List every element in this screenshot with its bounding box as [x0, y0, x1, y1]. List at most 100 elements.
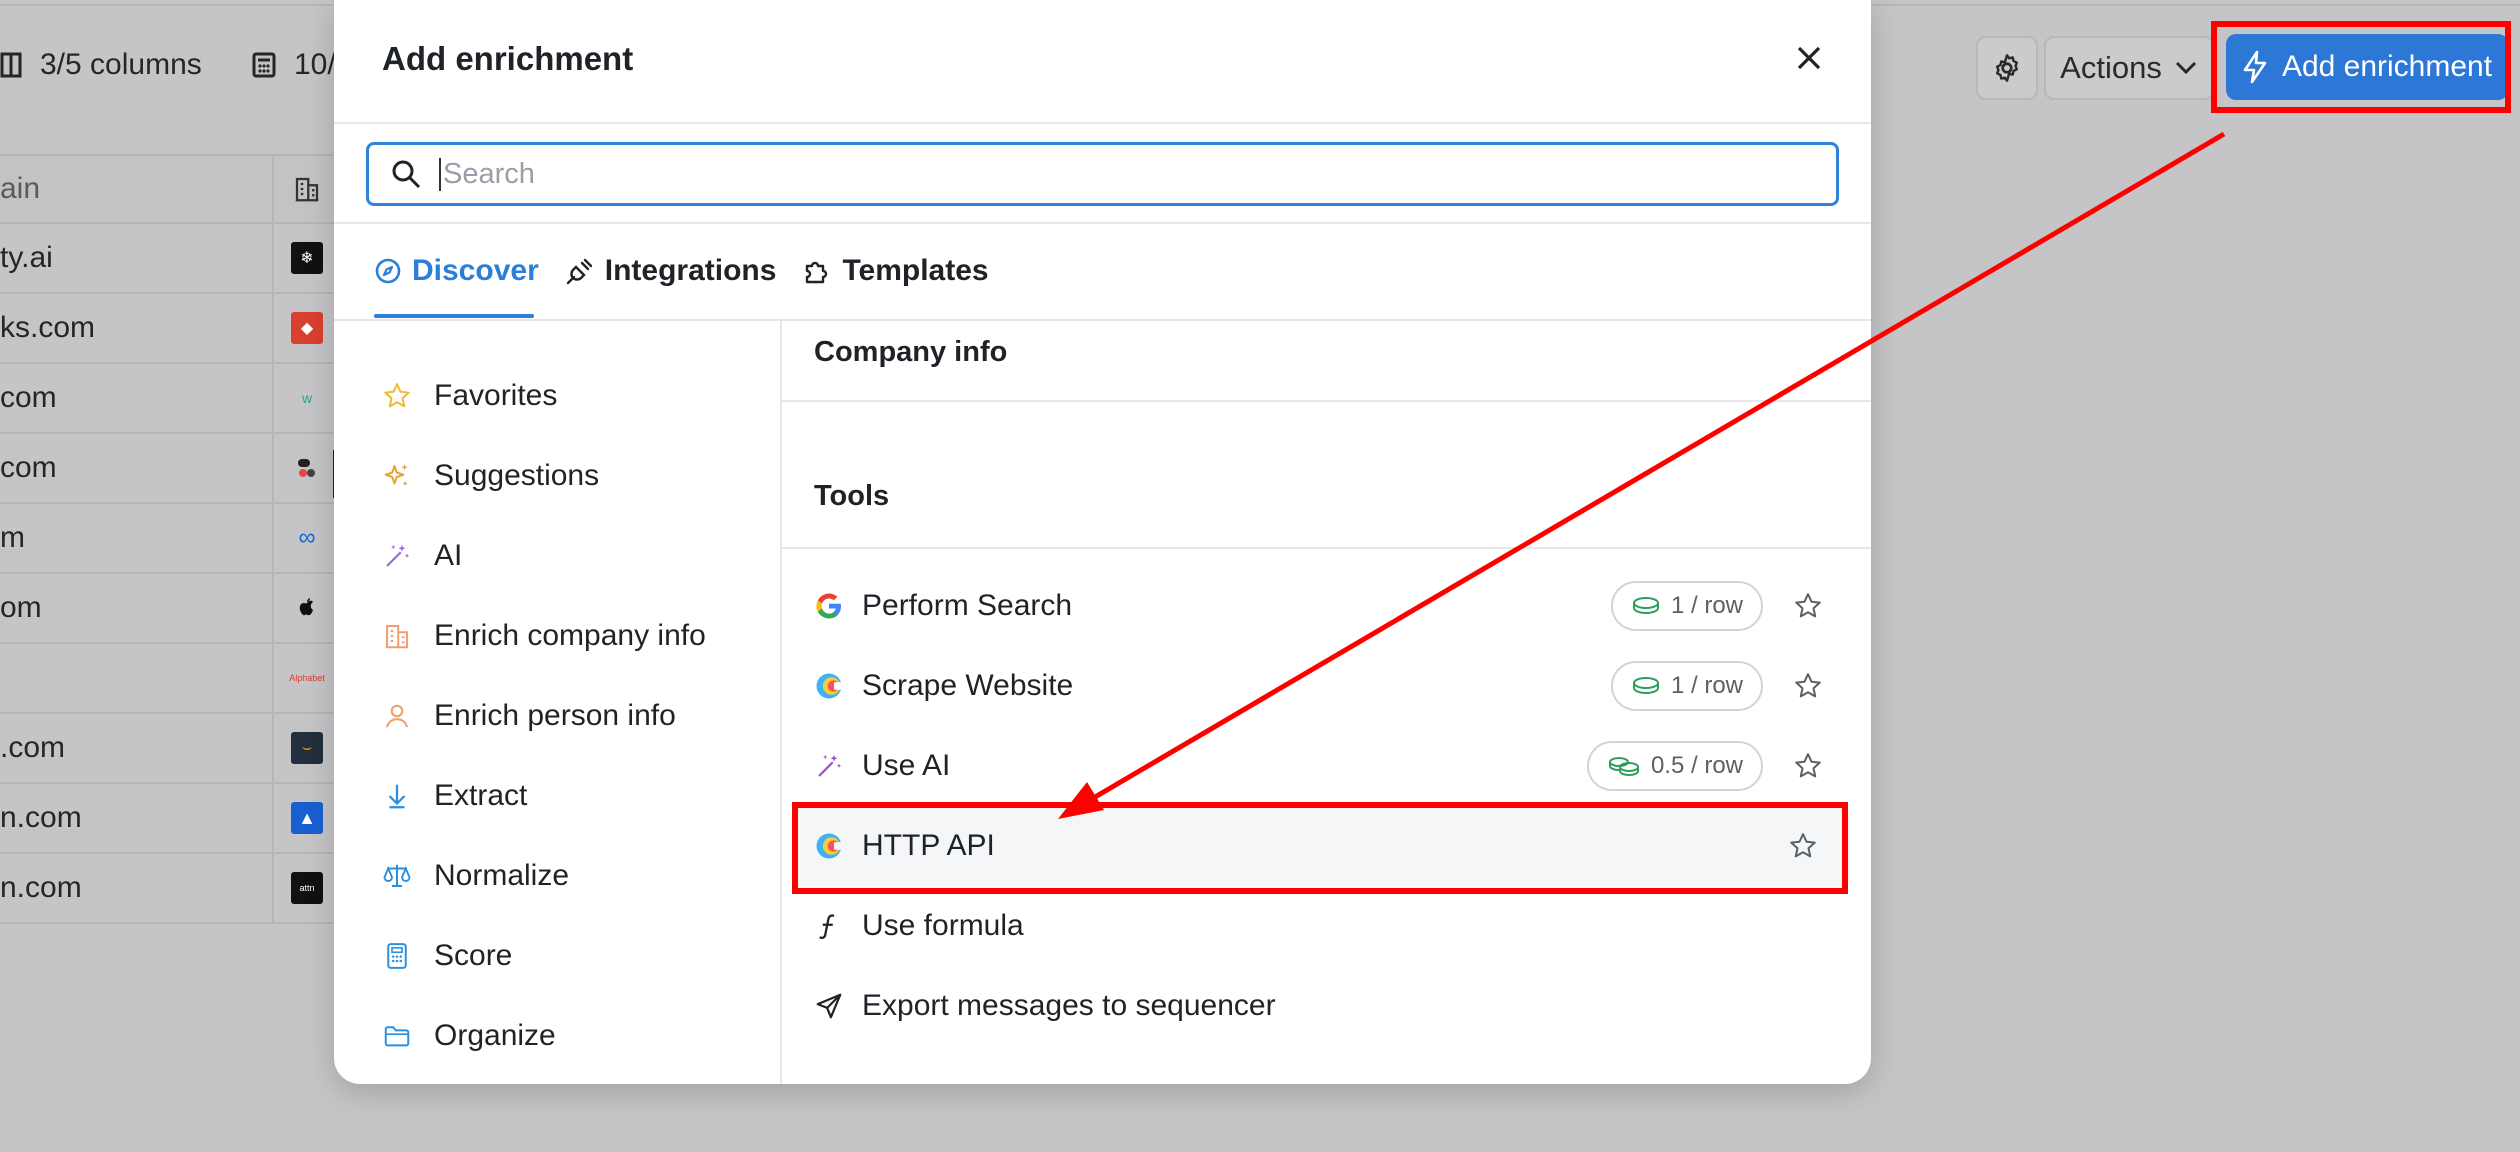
building-icon	[292, 174, 322, 204]
formula-icon	[812, 909, 846, 943]
clay-icon	[812, 669, 846, 703]
sidebar-item-organize[interactable]: Organize	[380, 1014, 556, 1058]
person-icon	[380, 699, 414, 733]
tab-label: Integrations	[604, 254, 777, 287]
table-row[interactable]: m ∞	[0, 504, 340, 574]
table-row[interactable]: ks.com ◆	[0, 294, 340, 364]
favorite-star-icon[interactable]	[1791, 749, 1825, 783]
company-logo: ⌣	[291, 732, 323, 764]
magic-wand-icon	[380, 539, 414, 573]
table-row[interactable]: Alphabet	[0, 644, 340, 714]
tab-templates[interactable]: Templates	[802, 250, 989, 292]
credit-badge: 1 / row	[1610, 661, 1763, 711]
company-logo: ◆	[291, 312, 323, 344]
logo-cell: ◆	[272, 294, 340, 362]
table-row[interactable]: ty.ai ❄	[0, 224, 340, 294]
tab-bar: Discover Integrations Templates	[374, 250, 989, 292]
sidebar-item-favorites[interactable]: Favorites	[380, 374, 557, 418]
tool-row-use-ai[interactable]: Use AI 0.5 / row	[782, 726, 1871, 806]
credit-badge: 1 / row	[1610, 581, 1763, 631]
plug-icon	[565, 256, 595, 286]
logo-cell: ∞	[272, 504, 340, 572]
sidebar-item-label: Normalize	[434, 859, 570, 892]
puzzle-icon	[802, 256, 832, 286]
logo-cell: attn	[272, 854, 340, 922]
rows-toggle[interactable]: 10/	[252, 48, 336, 82]
sidebar-item-label: Enrich company info	[434, 619, 706, 652]
building-icon	[380, 619, 414, 653]
coin-icon	[1631, 675, 1661, 697]
calculator-icon	[252, 52, 276, 78]
table-row[interactable]: n.com ▲	[0, 784, 340, 854]
sidebar-item-ai[interactable]: AI	[380, 534, 462, 578]
settings-button[interactable]	[1976, 36, 2038, 100]
domain-cell: ty.ai	[0, 241, 53, 274]
tool-row-export-messages[interactable]: Export messages to sequencer	[782, 966, 1871, 1046]
columns-toggle[interactable]: 3/5 columns	[0, 48, 202, 82]
tool-label: Scrape Website	[862, 669, 1074, 702]
tab-integrations[interactable]: Integrations	[565, 250, 777, 292]
company-logo	[291, 592, 323, 624]
credit-label: 1 / row	[1670, 592, 1743, 619]
logo-cell: ❄	[272, 224, 340, 292]
logo-cell: w	[272, 364, 340, 432]
tab-discover[interactable]: Discover	[374, 250, 539, 292]
table-row[interactable]: n.com attn	[0, 854, 340, 924]
tool-row-perform-search[interactable]: Perform Search 1 / row	[782, 566, 1871, 646]
tool-row-use-formula[interactable]: Use formula	[782, 886, 1871, 966]
google-icon	[812, 589, 846, 623]
star-icon	[380, 379, 414, 413]
magic-wand-icon	[812, 749, 846, 783]
category-sidebar: Favorites Suggestions AI Enrich company …	[334, 321, 782, 1084]
sidebar-item-enrich-person-info[interactable]: Enrich person info	[380, 694, 676, 738]
actions-button[interactable]: Actions	[2044, 36, 2214, 100]
modal-title: Add enrichment	[382, 40, 634, 77]
calculator-icon	[380, 939, 414, 973]
tool-label: Use formula	[862, 909, 1024, 942]
sidebar-item-label: Suggestions	[434, 459, 600, 492]
sidebar-item-score[interactable]: Score	[380, 934, 512, 978]
gear-icon	[1991, 52, 2023, 84]
company-logo: w	[301, 390, 313, 406]
table-row[interactable]: .com ⌣	[0, 714, 340, 784]
company-logo	[291, 452, 323, 484]
compass-icon	[374, 257, 402, 285]
divider	[782, 547, 1871, 549]
domain-cell: n.com	[0, 871, 82, 904]
sidebar-item-suggestions[interactable]: Suggestions	[380, 454, 599, 498]
tool-row-scrape-website[interactable]: Scrape Website 1 / row	[782, 646, 1871, 726]
close-button[interactable]	[1789, 38, 1829, 78]
data-table: ain ty.ai ❄ ks.com ◆ com w com m ∞ om Alphab…	[0, 154, 340, 924]
table-row[interactable]: om	[0, 574, 340, 644]
logo-cell: ▲	[272, 784, 340, 852]
tool-label: Export messages to sequencer	[862, 989, 1276, 1022]
sidebar-item-label: Extract	[434, 779, 528, 812]
columns-label: 3/5 columns	[40, 48, 202, 81]
divider	[782, 400, 1871, 402]
domain-cell: com	[0, 451, 57, 484]
sidebar-item-label: Enrich person info	[434, 699, 676, 732]
company-logo: ❄	[291, 242, 323, 274]
section-title-company-info: Company info	[814, 336, 1008, 368]
table-row[interactable]: com	[0, 434, 340, 504]
favorite-star-icon[interactable]	[1791, 589, 1825, 623]
send-icon	[812, 989, 846, 1023]
sidebar-item-extract[interactable]: Extract	[380, 774, 527, 818]
sidebar-item-enrich-company-info[interactable]: Enrich company info	[380, 614, 706, 658]
sidebar-item-label: Score	[434, 939, 513, 972]
sidebar-item-normalize[interactable]: Normalize	[380, 854, 569, 898]
favorite-star-icon[interactable]	[1791, 669, 1825, 703]
chevron-down-icon	[2174, 60, 2198, 76]
sidebar-item-label: Organize	[434, 1019, 556, 1052]
company-logo: attn	[291, 872, 323, 904]
sidebar-item-label: AI	[434, 539, 463, 572]
table-row[interactable]: com w	[0, 364, 340, 434]
search-box[interactable]	[366, 142, 1839, 206]
active-tab-indicator	[374, 314, 534, 318]
columns-icon	[0, 52, 22, 78]
logo-cell	[272, 434, 340, 502]
enrichment-list: Company info Tools Perform Search 1 / ro…	[782, 321, 1871, 1084]
tool-label: Use AI	[862, 749, 951, 782]
company-logo: ∞	[298, 524, 316, 551]
search-input[interactable]	[439, 157, 1819, 191]
